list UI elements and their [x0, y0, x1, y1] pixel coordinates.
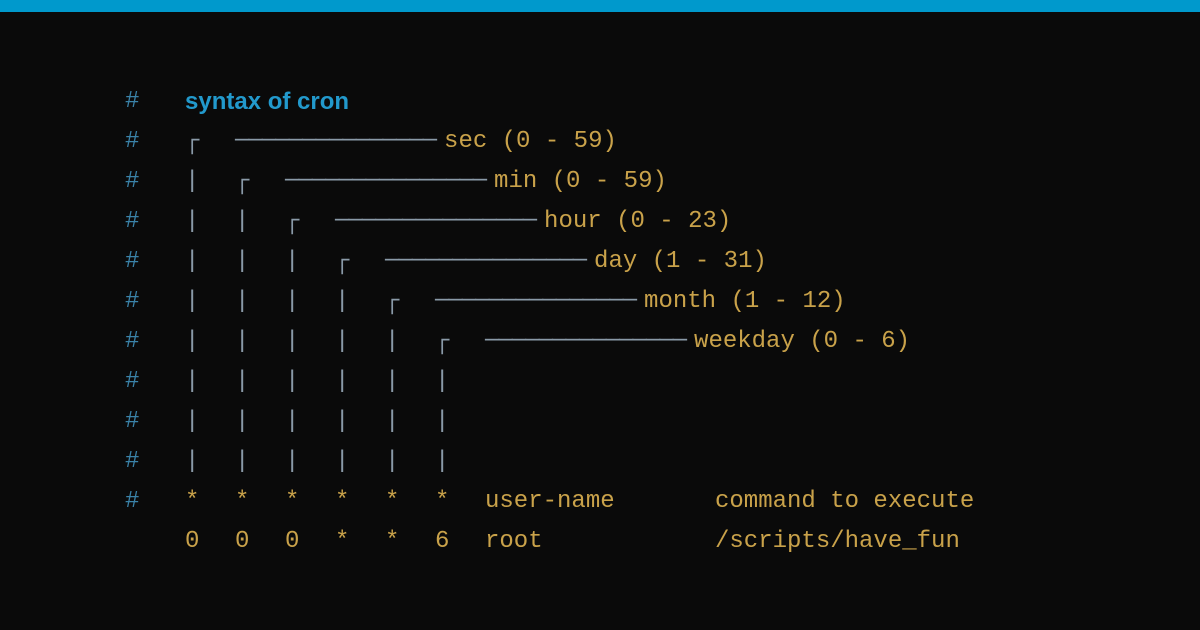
box-pipe: | [285, 362, 335, 402]
box-pipe: | [285, 322, 335, 362]
box-corner: ┌ [335, 242, 385, 282]
box-corner: ┌ [435, 322, 485, 362]
hash-mark: # [125, 82, 185, 122]
box-hline: ─────────────── [335, 202, 536, 242]
box-pipe: | [235, 322, 285, 362]
hash-mark [125, 522, 185, 562]
box-pipe: | [185, 442, 235, 482]
box-pipe: | [285, 442, 335, 482]
hash-mark: # [125, 402, 185, 442]
box-pipe: | [235, 362, 285, 402]
star: * [185, 482, 235, 522]
box-pipe: | [385, 322, 435, 362]
example-field: 0 [185, 522, 235, 562]
box-pipe: | [435, 402, 485, 442]
star: * [335, 482, 385, 522]
star: * [285, 482, 335, 522]
box-pipe: | [335, 442, 385, 482]
box-pipe: | [335, 402, 385, 442]
box-pipe: | [235, 202, 285, 242]
example-row: 0 0 0 * * 6 root /scripts/have_fun [125, 522, 1200, 562]
box-pipe: | [185, 162, 235, 202]
box-pipe: | [285, 402, 335, 442]
header-cmd: command to execute [715, 482, 974, 522]
box-pipe: | [385, 362, 435, 402]
title-row: # syntax of cron [125, 82, 1200, 122]
field-label: weekday (0 - 6) [694, 322, 910, 362]
hash-mark: # [125, 362, 185, 402]
template-row: # * * * * * * user-name command to execu… [125, 482, 1200, 522]
diagram-title: syntax of cron [185, 82, 349, 122]
field-label: sec (0 - 59) [444, 122, 617, 162]
field-row-day: # | | | ┌─────────────── day (1 - 31) [125, 242, 1200, 282]
box-pipe: | [385, 442, 435, 482]
example-field: 0 [235, 522, 285, 562]
box-corner: ┌ [235, 162, 285, 202]
pipe-row: # | | | | | | [125, 402, 1200, 442]
field-row-sec: # ┌─────────────── sec (0 - 59) [125, 122, 1200, 162]
box-pipe: | [185, 402, 235, 442]
box-pipe: | [235, 242, 285, 282]
field-row-min: # | ┌─────────────── min (0 - 59) [125, 162, 1200, 202]
field-row-month: # | | | | ┌─────────────── month (1 - 12… [125, 282, 1200, 322]
hash-mark: # [125, 242, 185, 282]
hash-mark: # [125, 122, 185, 162]
example-field: * [385, 522, 435, 562]
star: * [385, 482, 435, 522]
field-label: min (0 - 59) [494, 162, 667, 202]
box-pipe: | [185, 362, 235, 402]
box-pipe: | [285, 242, 335, 282]
hash-mark: # [125, 442, 185, 482]
box-pipe: | [185, 202, 235, 242]
field-row-hour: # | | ┌─────────────── hour (0 - 23) [125, 202, 1200, 242]
box-corner: ┌ [185, 122, 235, 162]
box-pipe: | [235, 282, 285, 322]
box-pipe: | [235, 442, 285, 482]
box-hline: ─────────────── [485, 322, 686, 362]
box-pipe: | [235, 402, 285, 442]
box-pipe: | [185, 242, 235, 282]
top-accent-bar [0, 0, 1200, 12]
example-user: root [485, 522, 715, 562]
hash-mark: # [125, 162, 185, 202]
star: * [235, 482, 285, 522]
field-label: hour (0 - 23) [544, 202, 731, 242]
field-label: month (1 - 12) [644, 282, 846, 322]
example-field: 0 [285, 522, 335, 562]
box-pipe: | [185, 282, 235, 322]
hash-mark: # [125, 482, 185, 522]
pipe-row: # | | | | | | [125, 442, 1200, 482]
box-pipe: | [335, 282, 385, 322]
example-field: 6 [435, 522, 485, 562]
box-hline: ─────────────── [435, 282, 636, 322]
box-corner: ┌ [385, 282, 435, 322]
hash-mark: # [125, 322, 185, 362]
star: * [435, 482, 485, 522]
cron-syntax-diagram: # syntax of cron # ┌─────────────── sec … [0, 12, 1200, 562]
box-pipe: | [435, 442, 485, 482]
header-user: user-name [485, 482, 715, 522]
example-field: * [335, 522, 385, 562]
box-pipe: | [385, 402, 435, 442]
box-pipe: | [335, 322, 385, 362]
box-hline: ─────────────── [385, 242, 586, 282]
box-pipe: | [185, 322, 235, 362]
field-row-weekday: # | | | | | ┌─────────────── weekday (0 … [125, 322, 1200, 362]
example-cmd: /scripts/have_fun [715, 522, 960, 562]
field-label: day (1 - 31) [594, 242, 767, 282]
hash-mark: # [125, 282, 185, 322]
pipe-row: # | | | | | | [125, 362, 1200, 402]
box-pipe: | [285, 282, 335, 322]
box-pipe: | [335, 362, 385, 402]
box-hline: ─────────────── [235, 122, 436, 162]
box-corner: ┌ [285, 202, 335, 242]
box-hline: ─────────────── [285, 162, 486, 202]
box-pipe: | [435, 362, 485, 402]
hash-mark: # [125, 202, 185, 242]
